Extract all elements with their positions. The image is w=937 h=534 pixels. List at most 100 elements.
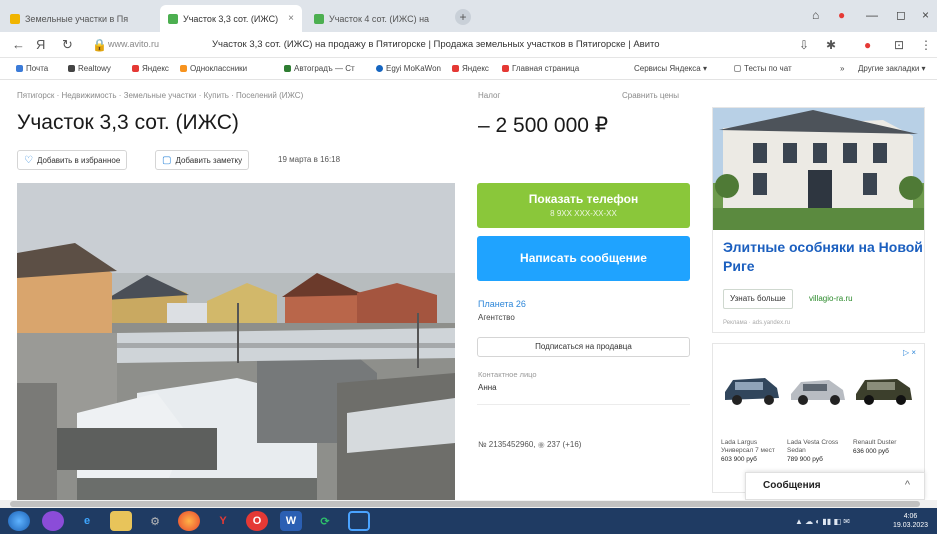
word-icon[interactable]: W xyxy=(280,511,302,531)
new-tab-button[interactable]: + xyxy=(455,9,471,25)
bookmark-label: » xyxy=(840,64,845,73)
tab-label: Земельные участки в Пя xyxy=(25,13,129,24)
horizontal-scrollbar[interactable] xyxy=(0,500,937,508)
browser-tab-bar: Земельные участки в Пя Участок 3,3 сот. … xyxy=(0,0,937,32)
listing-title: Участок 3,3 сот. (ИЖС) xyxy=(17,111,239,134)
bookmark-item[interactable]: Тесты по чат xyxy=(734,64,792,73)
ad-headline[interactable]: Элитные особняки на Новой Риге xyxy=(723,238,924,276)
other-bookmarks[interactable]: Другие закладки ▾ xyxy=(858,64,926,73)
user-icon[interactable]: ● xyxy=(864,38,871,52)
extension-icon[interactable]: ⇩ xyxy=(799,38,809,52)
maximize-icon[interactable]: ◻ xyxy=(896,8,906,22)
bookmark-icon xyxy=(132,65,139,72)
screen-app-icon[interactable] xyxy=(348,511,370,531)
messages-panel[interactable]: Сообщения ^ xyxy=(745,472,925,500)
chevron-up-icon[interactable]: ^ xyxy=(905,479,910,491)
add-to-favorites-button[interactable]: ♡ Добавить в избранное xyxy=(17,150,128,170)
car-offer[interactable]: Renault Duster 636 000 руб xyxy=(853,358,917,456)
car-name: Renault Duster xyxy=(853,439,897,446)
listing-photo[interactable] xyxy=(17,183,455,500)
ad-domain[interactable]: villagio-ra.ru xyxy=(809,294,853,303)
page-title-text[interactable]: Участок 3,3 сот. (ИЖС) на продажу в Пяти… xyxy=(212,39,660,50)
ad-banner-mansions[interactable]: Элитные особняки на Новой Риге Узнать бо… xyxy=(712,107,925,333)
car-name: Lada Largus Универсал 7 мест xyxy=(721,439,775,454)
car-offer[interactable]: Lada Vesta Cross Sedan 789 900 руб xyxy=(787,358,851,464)
bookmark-item[interactable]: Автоградъ — Ст xyxy=(284,64,355,73)
breadcrumb[interactable]: Пятигорск · Недвижимость · Земельные уча… xyxy=(17,91,303,100)
bookmark-item[interactable]: Realtowy xyxy=(68,64,111,73)
yandex-browser-icon[interactable]: Y xyxy=(212,511,234,531)
bookmark-label: Egyi MoKaWon xyxy=(386,64,441,73)
bookmark-label: Сервисы Яндекса ▾ xyxy=(634,64,707,73)
car-price: 603 900 руб xyxy=(721,456,757,463)
close-tab-icon[interactable]: × xyxy=(288,13,294,24)
minimize-icon[interactable]: — xyxy=(866,8,878,22)
bookmark-item[interactable]: Яндекс xyxy=(452,64,489,73)
bookmark-icon xyxy=(284,65,291,72)
alert-icon[interactable]: ● xyxy=(838,8,845,22)
messages-label: Сообщения xyxy=(763,480,821,491)
bookmark-item[interactable]: Яндекс xyxy=(132,64,169,73)
subscribe-seller-button[interactable]: Подписаться на продавца xyxy=(477,337,690,357)
car-image xyxy=(787,358,849,418)
bookmark-item[interactable]: Egyi MoKaWon xyxy=(376,64,441,73)
media-app-icon[interactable] xyxy=(42,511,64,531)
taskbar: e ⚙ Y O W ⟳ ▲ ☁ ◐ ▮▮ ◧ ✉ 4:06 19.03.2023 xyxy=(0,508,937,534)
menu-icon[interactable]: ⋮ xyxy=(920,38,932,52)
tab-plot-4[interactable]: Участок 4 сот. (ИЖС) на xyxy=(306,5,446,32)
lock-icon[interactable]: 🔒 xyxy=(92,38,107,52)
download-icon[interactable]: ⊡ xyxy=(894,38,904,52)
yandex-home-icon[interactable]: Я xyxy=(36,37,45,52)
bookmark-icon xyxy=(734,65,741,72)
bookmark-icon xyxy=(502,65,509,72)
show-phone-button[interactable]: Показать телефон 8 9XX XXX-XX-XX xyxy=(477,183,690,228)
ad-choices-icon[interactable]: ▷ × xyxy=(903,348,916,357)
compare-prices-link[interactable]: Сравнить цены xyxy=(622,91,679,100)
back-arrow-icon[interactable]: ← xyxy=(12,37,25,52)
bookmark-icon[interactable]: ✱ xyxy=(826,38,836,52)
bookmark-item[interactable]: Почта xyxy=(16,64,48,73)
seller-name-link[interactable]: Планета 26 xyxy=(478,299,526,309)
price-prefix: – xyxy=(478,114,490,137)
bookmark-item[interactable]: Сервисы Яндекса ▾ xyxy=(634,64,707,73)
start-button-icon[interactable] xyxy=(8,511,30,531)
close-window-icon[interactable]: × xyxy=(922,8,929,22)
reload-icon[interactable]: ↻ xyxy=(62,37,73,53)
bookmark-icon xyxy=(376,65,383,72)
address-bar: ← Я ↻ 🔒 www.avito.ru Участок 3,3 сот. (И… xyxy=(0,32,937,58)
clock[interactable]: 4:06 19.03.2023 xyxy=(893,512,928,530)
url-text[interactable]: www.avito.ru xyxy=(108,39,159,49)
learn-more-button[interactable]: Узнать больше xyxy=(723,289,793,309)
tab-label: Участок 3,3 сот. (ИЖС) xyxy=(183,13,279,24)
file-explorer-icon[interactable] xyxy=(110,511,132,531)
bookmark-label: Одноклассники xyxy=(190,64,248,73)
firefox-icon[interactable] xyxy=(178,511,200,531)
car-offer[interactable]: Lada Largus Универсал 7 мест 603 900 руб xyxy=(721,358,785,464)
listing-price: – 2 500 000 ₽ xyxy=(478,113,608,138)
tab-land-plots[interactable]: Земельные участки в Пя xyxy=(2,5,150,32)
clock-date: 19.03.2023 xyxy=(893,522,929,529)
send-message-button[interactable]: Написать сообщение xyxy=(477,236,690,281)
price-label: Налог xyxy=(478,91,501,100)
bookmark-item[interactable]: Одноклассники xyxy=(180,64,247,73)
divider xyxy=(477,404,690,405)
views-count: 237 (+16) xyxy=(546,440,582,449)
tab-plot-3-3[interactable]: Участок 3,3 сот. (ИЖС) × xyxy=(160,5,302,32)
yandex-menu-icon[interactable]: ⌂ xyxy=(812,8,819,22)
internet-explorer-icon[interactable]: e xyxy=(76,511,98,531)
bookmark-label: Яндекс xyxy=(462,64,489,73)
bookmarks-bar: Почта Realtowy Яндекс Одноклассники Авто… xyxy=(0,58,937,80)
ad-disclaimer: Реклама · ads.yandex.ru xyxy=(723,320,791,326)
add-note-button[interactable]: ▢ Добавить заметку xyxy=(155,150,250,170)
scrollbar-thumb[interactable] xyxy=(10,501,920,507)
price-value: 2 500 000 ₽ xyxy=(495,114,609,137)
opera-icon[interactable]: O xyxy=(246,511,268,531)
ad-banner-cars[interactable]: ▷ × Lada Largus Универсал 7 мест 603 900… xyxy=(712,343,925,493)
refresh-app-icon[interactable]: ⟳ xyxy=(314,511,336,531)
settings-icon[interactable]: ⚙ xyxy=(144,511,166,531)
bookmark-label: Автоградъ — Ст xyxy=(294,64,355,73)
car-image xyxy=(853,358,915,418)
bookmark-item[interactable]: Главная страница xyxy=(502,64,579,73)
bookmarks-overflow[interactable]: » xyxy=(840,64,844,73)
system-tray[interactable]: ▲ ☁ ◐ ▮▮ ◧ ✉ xyxy=(795,517,850,526)
